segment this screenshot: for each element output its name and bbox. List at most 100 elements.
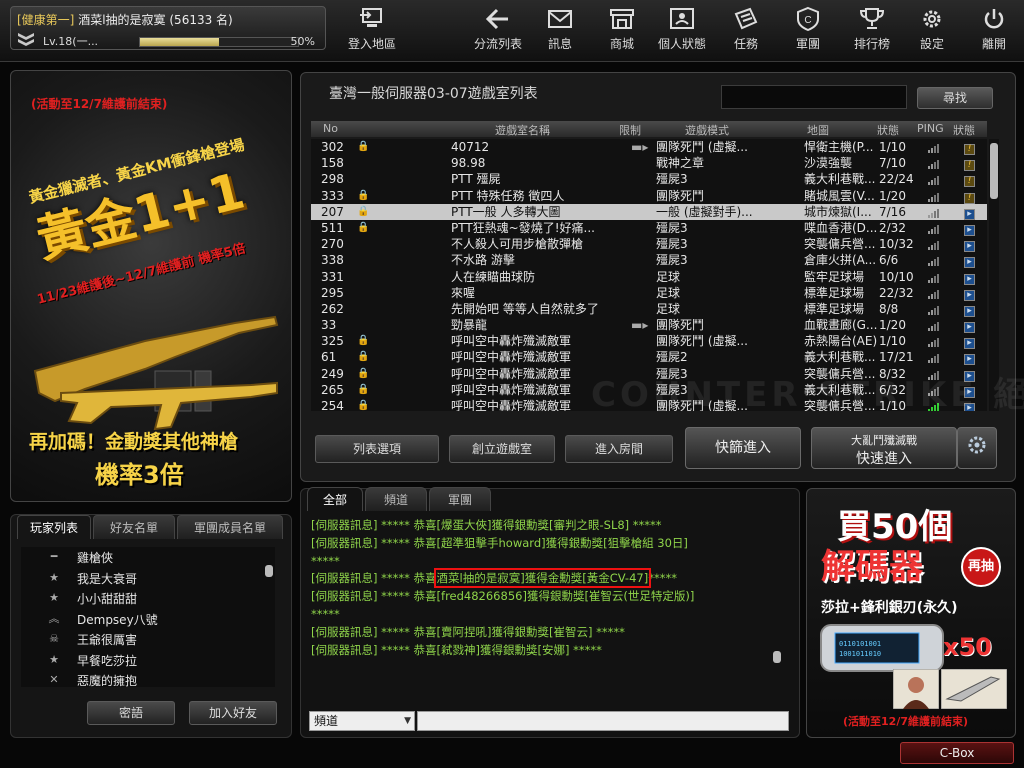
quick-join-button[interactable]: 快篩進入 — [685, 427, 801, 469]
tab-chat-channel[interactable]: 頻道 — [365, 487, 427, 511]
lock-icon: 🔒 — [357, 141, 370, 152]
room-mode: 殭屍3 — [656, 172, 688, 187]
promo-right-note: (活動至12/7維護前結束) — [843, 715, 969, 728]
room-row[interactable]: 338 不水路 游擊 殭屍3 倉庫火拼(A... 6/6 ▸ — [311, 252, 987, 269]
add-friend-button[interactable]: 加入好友 — [189, 701, 277, 725]
room-map: 城市煉獄(I... — [804, 204, 872, 219]
rank-star-icon: ★ — [49, 591, 59, 604]
col-room-name[interactable]: 遊戲室名稱 — [495, 122, 550, 138]
player-list-item[interactable]: ☠ 王爺很厲害 — [21, 629, 275, 650]
col-state[interactable]: 狀態 — [953, 122, 975, 138]
col-no[interactable]: No — [323, 122, 338, 135]
mission-icon — [734, 7, 758, 30]
mode-quick-enter-button[interactable]: 大亂鬥殲滅戰 快速進入 — [811, 427, 957, 469]
nav-settings[interactable]: 設定 — [912, 6, 952, 52]
back-arrow-icon — [485, 8, 508, 30]
room-map: 賭城風雲(V... — [804, 188, 875, 203]
room-number: 207 — [321, 204, 344, 219]
col-ping[interactable]: PING — [917, 122, 944, 135]
enter-room-button[interactable]: 進入房間 — [565, 435, 673, 463]
room-map: 血戰畫廊(G... — [804, 318, 878, 333]
room-name: 不水路 游擊 — [451, 253, 515, 268]
nav-label: 排行榜 — [853, 37, 890, 51]
nav-profile[interactable]: 個人狀態 — [654, 6, 710, 52]
room-row[interactable]: 295 來喔 足球 標準足球場 22/32 ▸ — [311, 285, 987, 301]
rank-bar-icon: ━ — [50, 550, 58, 563]
nav-missions[interactable]: 任務 — [726, 6, 766, 52]
room-row[interactable]: 333 🔒 PTT 特殊任務 徵四人 團隊死鬥 賭城風雲(V... 1/20! — [311, 188, 987, 204]
chat-panel: 全部 頻道 軍團 [伺服器訊息] ***** 恭喜[爆蛋大俠]獲得銀勳獎[審判之… — [300, 487, 800, 738]
redraw-badge: 再抽 — [961, 547, 1001, 587]
player-ranking: (56133 名) — [169, 13, 233, 27]
tab-friend-list[interactable]: 好友名單 — [93, 515, 175, 539]
room-status: 6/6 — [879, 253, 899, 268]
player-list-item[interactable]: ︽ Dempsey八號 — [21, 609, 275, 630]
player-list-item[interactable]: ✕ 惡魔的擁抱 — [21, 670, 275, 691]
room-row[interactable]: 262 先開始吧 等等人自然就多了 足球 標準足球場 8/8 ▸ — [311, 301, 987, 317]
nav-ranking[interactable]: 排行榜 — [846, 6, 898, 52]
rank-star-icon: ★ — [49, 570, 59, 584]
room-number: 262 — [321, 301, 344, 316]
nav-shop[interactable]: 商城 — [602, 6, 642, 52]
room-row[interactable]: 511 🔒 PTT狂熱魂~發燒了!好痛... 殭屍3 喋血香港(D... 2/32 ▸ — [311, 220, 987, 236]
nav-server-list[interactable]: 分流列表 — [470, 6, 526, 52]
player-list-item[interactable]: ━ 雞槍俠 — [21, 547, 275, 568]
waiting-status-icon: ! — [964, 171, 978, 188]
chat-scrollbar[interactable] — [773, 651, 781, 663]
scroll-thumb[interactable] — [990, 143, 998, 199]
room-status: 8/8 — [879, 301, 899, 316]
player-list-item[interactable]: ★ 我是大衰哥 — [21, 568, 275, 589]
room-search-input[interactable] — [721, 85, 907, 109]
room-row[interactable]: 158 98.98 戰神之章 沙漠強襲 7/10! — [311, 155, 987, 172]
room-map: 義大利巷戰... — [804, 350, 876, 365]
create-room-button[interactable]: 創立遊戲室 — [449, 435, 555, 463]
tab-chat-clan[interactable]: 軍團 — [429, 487, 491, 511]
tab-clan-members[interactable]: 軍團成員名單 — [177, 515, 283, 539]
nav-messages[interactable]: 訊息 — [540, 6, 580, 52]
col-mode[interactable]: 遊戲模式 — [685, 122, 729, 138]
room-row[interactable]: 270 不人殺人可用步槍散彈槍 殭屍3 突襲傭兵營... 10/32 ▸ — [311, 236, 987, 253]
room-row[interactable]: 298 PTT 殭屍 殭屍3 義大利巷戰... 22/24! — [311, 171, 987, 188]
room-mode: 殭屍3 — [656, 253, 688, 268]
room-row[interactable]: 61 🔒 呼叫空中轟炸殲滅敵軍 殭屍2 義大利巷戰... 17/21 ▸ — [311, 349, 987, 366]
promo-banner-right[interactable]: 買50個 解碼器 再抽 莎拉+鋒利銀刃(永久) 0110101001 10010… — [806, 488, 1016, 738]
nav-label: 軍團 — [795, 37, 820, 51]
room-row[interactable]: 207 🔒 PTT一般 人多轉大圖 一般 (虛擬對手)... 城市煉獄(I... 7/16… — [311, 203, 987, 220]
search-button[interactable]: 尋找 — [917, 87, 993, 109]
room-row[interactable]: 33 勁暴龍 ▬▸ 團隊死鬥 血戰畫廊(G... 1/20 ▸ — [311, 317, 987, 334]
svg-text:1001011010: 1001011010 — [839, 650, 881, 658]
mode-settings-button[interactable] — [957, 427, 997, 469]
col-status[interactable]: 狀態 — [877, 122, 899, 138]
player-list-item[interactable]: ★ 小小甜甜甜 — [21, 588, 275, 609]
nav-login-area[interactable]: 登入地區 — [344, 6, 400, 52]
shop-icon — [610, 9, 634, 29]
room-list-title: 臺灣一般伺服器03-07遊戲室列表 — [329, 86, 538, 102]
player-list-scrollbar[interactable] — [265, 565, 273, 577]
player-list-item[interactable]: ★ 早餐吃莎拉 — [21, 650, 275, 671]
chat-text: ***** — [311, 606, 340, 621]
chat-text: [伺服器訊息] ***** 恭喜[fred48266856]獲得銀勳獎[崔智云(… — [311, 589, 695, 604]
tab-player-list[interactable]: 玩家列表 — [17, 515, 91, 539]
nav-label: 商城 — [609, 37, 634, 51]
nav-exit[interactable]: 離開 — [974, 6, 1014, 52]
playing-status-icon: ▸ — [964, 317, 978, 334]
list-options-button[interactable]: 列表選項 — [315, 435, 439, 463]
room-row[interactable]: 302 🔒 40712 ▬▸ 團隊死鬥 (虛擬... 悍衛主機(P... 1/10! — [311, 139, 987, 155]
chat-line: ***** — [311, 606, 781, 624]
room-row[interactable]: 331 人在練瞄曲球防 足球 監牢足球場 10/10 ▸ — [311, 269, 987, 285]
tab-chat-all[interactable]: 全部 — [307, 487, 363, 511]
chat-line: [伺服器訊息] ***** 恭喜[爆蛋大俠]獲得銀勳獎[審判之眼-SL8] **… — [311, 517, 781, 535]
room-map: 義大利巷戰... — [804, 172, 876, 187]
cbox-button[interactable]: C-Box — [900, 742, 1014, 764]
room-row[interactable]: 325 🔒 呼叫空中轟炸殲滅敵軍 團隊死鬥 (虛擬... 赤熱陽台(AE) 1/10 ▸ — [311, 333, 987, 350]
col-limit[interactable]: 限制 — [619, 122, 641, 138]
col-map[interactable]: 地圖 — [807, 122, 829, 138]
chat-text: [伺服器訊息] ***** 恭喜[賣阿捏吼]獲得銀勳獎[崔智云] ***** — [311, 624, 625, 639]
nav-clan[interactable]: C 軍團 — [788, 6, 828, 52]
channel-select[interactable]: 頻道 ▼ — [309, 711, 415, 731]
playing-status-icon: ▸ — [964, 333, 978, 350]
chat-input[interactable] — [417, 711, 789, 731]
whisper-button[interactable]: 密語 — [87, 701, 175, 725]
promo-banner-left[interactable]: (活動至12/7維護前結束) 黃金獵滅者、黃金KM衝鋒槍登場 黃金1+1 11/… — [10, 70, 292, 502]
chat-text: [伺服器訊息] ***** 恭喜[超準狙擊手howard]獲得銀勳獎[狙擊槍組 … — [311, 535, 688, 550]
